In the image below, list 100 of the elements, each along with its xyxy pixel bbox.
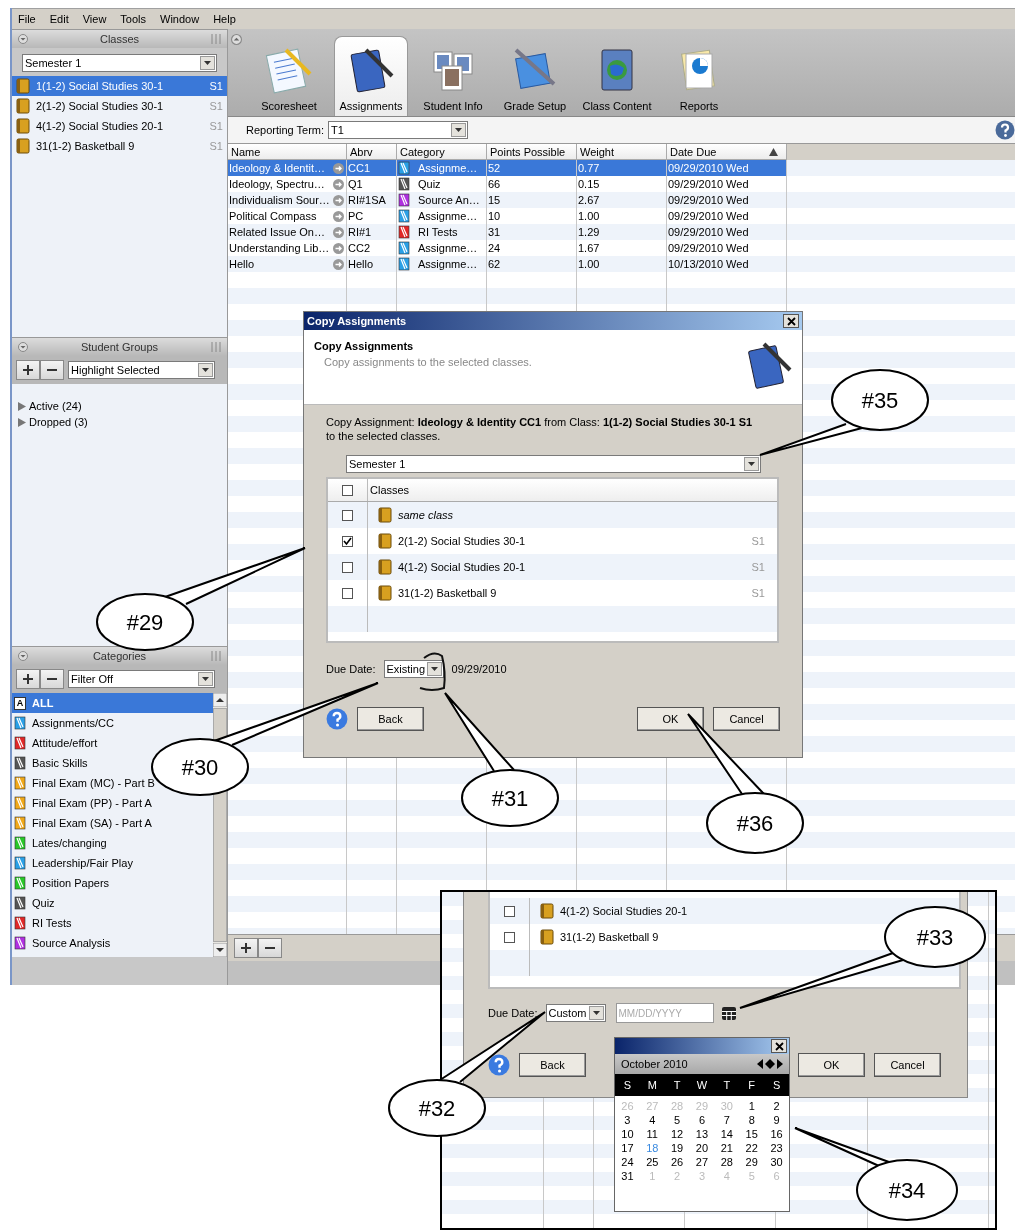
calendar-day[interactable]: 24	[615, 1155, 640, 1169]
calendar-day[interactable]: 31	[615, 1169, 640, 1183]
date-input[interactable]: MM/DD/YYYY	[615, 1003, 714, 1023]
calendar-day[interactable]: 14	[714, 1127, 740, 1141]
arrow-circle-icon[interactable]	[333, 162, 344, 174]
tree-item[interactable]: Dropped (3)	[12, 414, 227, 430]
calendar-day[interactable]: 23	[764, 1141, 789, 1155]
calendar-day[interactable]: 22	[739, 1141, 765, 1155]
back-button[interactable]: Back	[357, 707, 424, 731]
today-diamond-icon[interactable]	[765, 1059, 775, 1069]
calendar-day[interactable]: 19	[664, 1141, 690, 1155]
filter-dropdown[interactable]: Filter Off	[68, 670, 215, 688]
calendar-day[interactable]: 26	[664, 1155, 690, 1169]
collapse-icon[interactable]	[231, 34, 242, 45]
filter-dropdown[interactable]: Highlight Selected	[68, 361, 215, 379]
calendar-day[interactable]: 16	[764, 1127, 789, 1141]
calendar-day[interactable]: 27	[689, 1155, 715, 1169]
menu-item[interactable]: Window	[160, 13, 200, 25]
grip-icon[interactable]	[211, 651, 221, 661]
category-item[interactable]: RI Tests	[12, 913, 213, 933]
arrow-circle-icon[interactable]	[333, 226, 344, 238]
calendar-day[interactable]: 29	[739, 1155, 765, 1169]
checkbox[interactable]	[342, 535, 353, 547]
calendar-day[interactable]: 11	[639, 1127, 665, 1141]
reporting-term-dropdown[interactable]: T1	[328, 121, 469, 139]
due-date-dropdown[interactable]: Existing	[383, 660, 444, 678]
category-item[interactable]: A ALL	[12, 693, 213, 713]
category-item[interactable]: Lates/changing	[12, 833, 213, 853]
collapse-icon[interactable]	[18, 34, 28, 44]
calendar-day[interactable]: 20	[689, 1141, 715, 1155]
due-date-dropdown[interactable]: Custom	[545, 1004, 606, 1022]
remove-button[interactable]	[258, 938, 282, 958]
menu-item[interactable]: View	[82, 13, 107, 25]
category-item[interactable]: Position Papers	[12, 873, 213, 893]
ok-button[interactable]: OK	[637, 707, 704, 731]
calendar-day[interactable]: 8	[739, 1113, 765, 1127]
arrow-circle-icon[interactable]	[333, 210, 344, 222]
calendar-day[interactable]: 21	[714, 1141, 740, 1155]
arrow-circle-icon[interactable]	[333, 258, 344, 270]
tree-item[interactable]: Active (24)	[12, 398, 227, 414]
category-item[interactable]: Final Exam (PP) - Part A	[12, 793, 213, 813]
menu-item[interactable]: Edit	[49, 13, 69, 25]
column-header[interactable]: Name	[228, 144, 347, 160]
menu-item[interactable]: Help	[213, 13, 236, 25]
add-button[interactable]	[234, 938, 258, 958]
calendar-day[interactable]: 1	[739, 1099, 765, 1113]
checkbox[interactable]	[342, 587, 353, 599]
menu-item[interactable]: File	[18, 13, 36, 25]
column-header[interactable]: Date Due	[667, 144, 787, 160]
toolbar-tab[interactable]: Assignments	[334, 36, 408, 116]
checkbox[interactable]	[504, 931, 515, 943]
category-item[interactable]: Source Analysis	[12, 933, 213, 953]
category-item[interactable]: Leadership/Fair Play	[12, 853, 213, 873]
checkbox[interactable]	[342, 561, 353, 573]
calendar-day[interactable]: 2	[764, 1099, 789, 1113]
calendar-day[interactable]: 15	[739, 1127, 765, 1141]
toolbar-tab[interactable]: Student Info	[416, 36, 490, 116]
cancel-button[interactable]: Cancel	[713, 707, 780, 731]
back-button[interactable]: Back	[519, 1053, 586, 1077]
arrow-circle-icon[interactable]	[333, 242, 344, 254]
close-button[interactable]	[783, 314, 799, 328]
grip-icon[interactable]	[211, 342, 221, 352]
menu-item[interactable]: Tools	[120, 13, 147, 25]
calendar-day[interactable]: 6	[689, 1113, 715, 1127]
calendar-icon[interactable]	[721, 1006, 736, 1020]
scroll-down-icon[interactable]	[213, 943, 227, 957]
toolbar-tab[interactable]: Reports	[662, 36, 736, 116]
category-item[interactable]: Attitude/effort	[12, 733, 213, 753]
calendar-day[interactable]: 17	[615, 1141, 640, 1155]
toolbar-tab[interactable]: Grade Setup	[498, 36, 572, 116]
checkbox[interactable]	[342, 484, 353, 496]
toolbar-tab[interactable]: Scoresheet	[252, 36, 326, 116]
term-dropdown[interactable]: Semester 1	[22, 54, 217, 72]
calendar-day[interactable]: 4	[639, 1113, 665, 1127]
grip-icon[interactable]	[211, 34, 221, 44]
arrow-circle-icon[interactable]	[333, 194, 344, 206]
calendar-day[interactable]: 7	[714, 1113, 740, 1127]
ok-button[interactable]: OK	[798, 1053, 865, 1077]
checkbox[interactable]	[342, 509, 353, 521]
collapse-icon[interactable]	[18, 342, 28, 352]
remove-button[interactable]	[40, 669, 64, 689]
calendar-day[interactable]: 18	[639, 1141, 665, 1155]
column-header[interactable]: Abrv	[347, 144, 397, 160]
calendar-day[interactable]: 30	[764, 1155, 789, 1169]
toolbar-tab[interactable]: Class Content	[580, 36, 654, 116]
add-button[interactable]	[16, 360, 40, 380]
term-dropdown[interactable]: Semester 1	[346, 455, 761, 473]
class-item[interactable]: 2(1-2) Social Studies 30-1 S1	[12, 96, 227, 116]
collapse-icon[interactable]	[18, 651, 28, 661]
remove-button[interactable]	[40, 360, 64, 380]
previous-month-icon[interactable]	[757, 1059, 763, 1069]
table-cell[interactable]: Ideology & Identit…	[228, 160, 347, 176]
category-item[interactable]: Quiz	[12, 893, 213, 913]
column-header[interactable]: Category	[397, 144, 487, 160]
column-header[interactable]: Weight	[577, 144, 667, 160]
cancel-button[interactable]: Cancel	[874, 1053, 941, 1077]
arrow-circle-icon[interactable]	[333, 178, 344, 190]
column-header[interactable]: Points Possible	[487, 144, 577, 160]
calendar-day[interactable]: 28	[714, 1155, 740, 1169]
category-item[interactable]: Final Exam (SA) - Part A	[12, 813, 213, 833]
